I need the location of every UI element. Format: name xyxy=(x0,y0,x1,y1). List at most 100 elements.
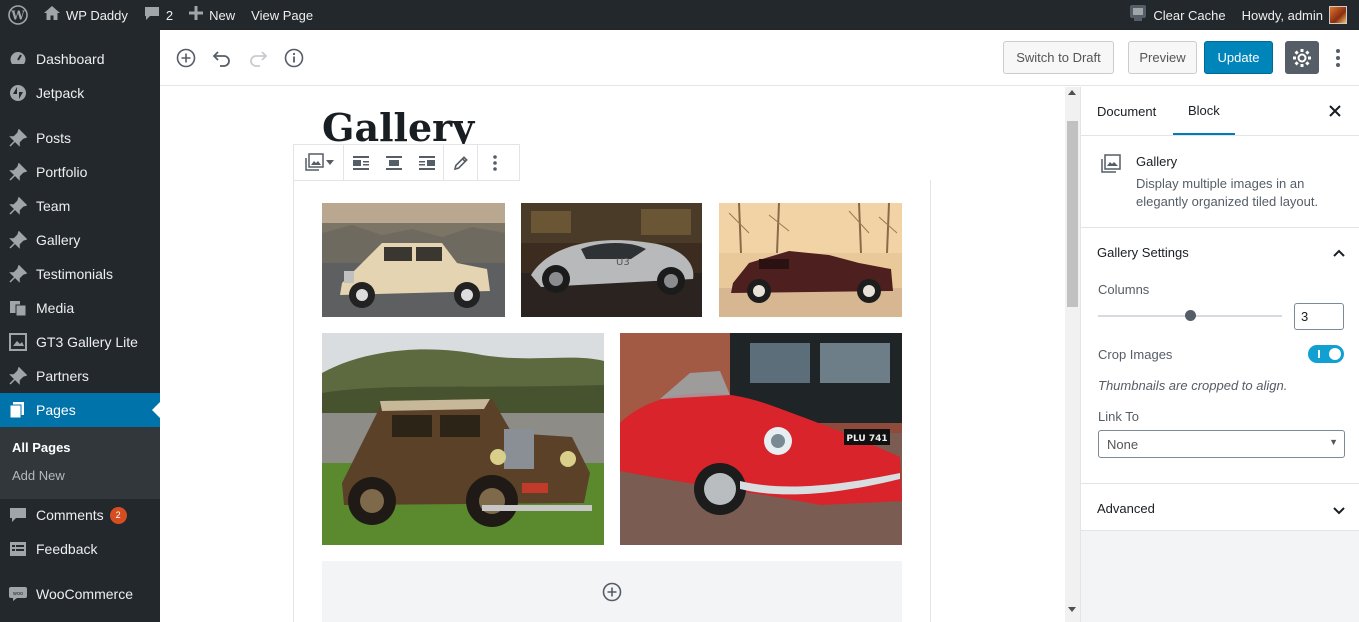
scroll-down-arrow-icon[interactable] xyxy=(1068,607,1076,612)
sidebar-item-comments[interactable]: Comments 2 xyxy=(0,498,160,532)
sidebar-item-label: GT3 Gallery Lite xyxy=(36,334,138,350)
inspector-empty-area xyxy=(1081,531,1359,622)
gallery-inline-appender[interactable] xyxy=(322,561,902,622)
pin-icon xyxy=(9,197,27,215)
preview-button[interactable]: Preview xyxy=(1128,41,1197,74)
gallery-settings-panel-toggle[interactable]: Gallery Settings xyxy=(1097,245,1189,260)
media-icon xyxy=(9,299,27,317)
sidebar-item-label: Gallery xyxy=(36,232,81,248)
scroll-up-arrow-icon[interactable] xyxy=(1068,90,1076,95)
update-button[interactable]: Update xyxy=(1204,41,1273,74)
submenu-add-new[interactable]: Add New xyxy=(12,468,65,483)
sidebar-item-portfolio[interactable]: Portfolio xyxy=(0,155,160,189)
sidebar-item-pages[interactable]: Pages xyxy=(0,393,160,427)
pin-icon xyxy=(9,231,27,249)
columns-number-input[interactable]: 3 xyxy=(1294,303,1344,330)
pin-icon xyxy=(9,367,27,385)
info-icon xyxy=(284,48,304,68)
comment-icon xyxy=(9,506,27,524)
undo-icon xyxy=(212,51,230,67)
caret-down-icon xyxy=(325,159,334,165)
avatar xyxy=(1329,6,1347,24)
gallery-image-brown-vintage-car[interactable] xyxy=(322,333,604,545)
view-page-link[interactable]: View Page xyxy=(243,0,321,30)
add-block-button[interactable] xyxy=(174,46,198,70)
scrollbar-thumb[interactable] xyxy=(1067,121,1078,307)
sidebar-item-media[interactable]: Media xyxy=(0,291,160,325)
align-left-button[interactable] xyxy=(344,145,377,180)
sidebar-item-posts[interactable]: Posts xyxy=(0,121,160,155)
sidebar-item-label: Team xyxy=(36,198,71,214)
sidebar-item-woocommerce[interactable]: woo WooCommerce xyxy=(0,577,160,611)
switch-to-draft-button[interactable]: Switch to Draft xyxy=(1003,41,1114,74)
editor-scrollbar[interactable] xyxy=(1065,87,1080,622)
tab-block[interactable]: Block xyxy=(1173,87,1235,136)
block-card-description: Display multiple images in an elegantly … xyxy=(1136,176,1319,209)
svg-text:woo: woo xyxy=(13,591,23,597)
advanced-panel-toggle[interactable]: Advanced xyxy=(1097,501,1155,516)
settings-button[interactable] xyxy=(1285,41,1319,74)
comments-badge: 2 xyxy=(109,506,127,524)
sidebar-item-label: Portfolio xyxy=(36,164,88,180)
block-card-icon xyxy=(1100,153,1122,178)
sidebar-item-partners[interactable]: Partners xyxy=(0,359,160,393)
content-info-button[interactable] xyxy=(282,46,306,70)
chevron-up-icon[interactable] xyxy=(1332,246,1346,261)
site-name-link[interactable]: WP Daddy xyxy=(36,0,136,30)
close-sidebar-button[interactable] xyxy=(1328,104,1342,118)
undo-button[interactable] xyxy=(210,46,234,70)
sidebar-item-label: Testimonials xyxy=(36,266,114,282)
sidebar-item-feedback[interactable]: Feedback xyxy=(0,532,160,566)
comments-link[interactable]: 2 xyxy=(136,0,181,30)
gear-icon xyxy=(1293,48,1311,67)
chevron-down-icon[interactable] xyxy=(1332,504,1346,519)
clear-cache-label: Clear Cache xyxy=(1153,7,1226,23)
sidebar-item-gt3-gallery-lite[interactable]: GT3 Gallery Lite xyxy=(0,325,160,359)
redo-button[interactable] xyxy=(246,46,270,70)
align-right-icon xyxy=(418,155,435,170)
align-center-icon xyxy=(385,155,402,170)
crop-images-toggle[interactable] xyxy=(1308,345,1344,363)
sidebar-item-jetpack[interactable]: Jetpack xyxy=(0,76,160,110)
more-vertical-icon xyxy=(492,154,497,171)
close-icon xyxy=(1329,105,1341,117)
plus-circle-icon xyxy=(602,582,622,602)
align-center-button[interactable] xyxy=(377,145,410,180)
sidebar-item-gallery[interactable]: Gallery xyxy=(0,223,160,257)
tab-document[interactable]: Document xyxy=(1097,87,1156,136)
block-more-options-button[interactable] xyxy=(478,145,511,180)
sidebar-item-dashboard[interactable]: Dashboard xyxy=(0,42,160,76)
sidebar-item-label: Jetpack xyxy=(36,85,85,101)
sidebar-item-testimonials[interactable]: Testimonials xyxy=(0,257,160,291)
edit-gallery-button[interactable] xyxy=(444,145,477,180)
more-menu-button[interactable] xyxy=(1326,46,1350,70)
my-account-link[interactable]: Howdy, admin xyxy=(1234,0,1359,30)
columns-label: Columns xyxy=(1098,282,1150,297)
plus-circle-icon xyxy=(176,48,196,68)
wordpress-logo-icon[interactable]: W xyxy=(0,0,36,30)
gallery-image-red-jaguar[interactable]: PLU 741 xyxy=(620,333,902,545)
sidebar-item-label: WooCommerce xyxy=(36,586,133,602)
comment-bubble-icon xyxy=(144,6,160,25)
gallery-image-silver-concept-car[interactable]: U3 xyxy=(521,203,702,317)
gallery-icon xyxy=(9,333,27,351)
block-inspector-sidebar: Document Block Gallery Display multiple … xyxy=(1080,87,1359,622)
align-right-button[interactable] xyxy=(410,145,443,180)
howdy-label: Howdy, admin xyxy=(1241,7,1323,23)
columns-range-thumb[interactable] xyxy=(1185,310,1196,321)
new-content-link[interactable]: New xyxy=(181,0,243,30)
gallery-image-maroon-convertible[interactable] xyxy=(719,203,902,317)
sidebar-item-label: Posts xyxy=(36,130,72,146)
new-label: New xyxy=(209,7,236,23)
gallery-image-beige-classic-car[interactable] xyxy=(322,203,505,317)
submenu-all-pages[interactable]: All Pages xyxy=(12,440,71,455)
cache-icon xyxy=(1129,4,1147,26)
link-to-value: None xyxy=(1107,437,1139,452)
block-switcher-button[interactable] xyxy=(304,152,334,173)
clear-cache-link[interactable]: Clear Cache xyxy=(1121,0,1233,30)
svg-text:U3: U3 xyxy=(616,257,630,268)
pencil-icon xyxy=(453,155,468,170)
sidebar-item-team[interactable]: Team xyxy=(0,189,160,223)
pages-icon xyxy=(9,401,27,419)
link-to-select[interactable]: None ▼ xyxy=(1098,430,1345,458)
